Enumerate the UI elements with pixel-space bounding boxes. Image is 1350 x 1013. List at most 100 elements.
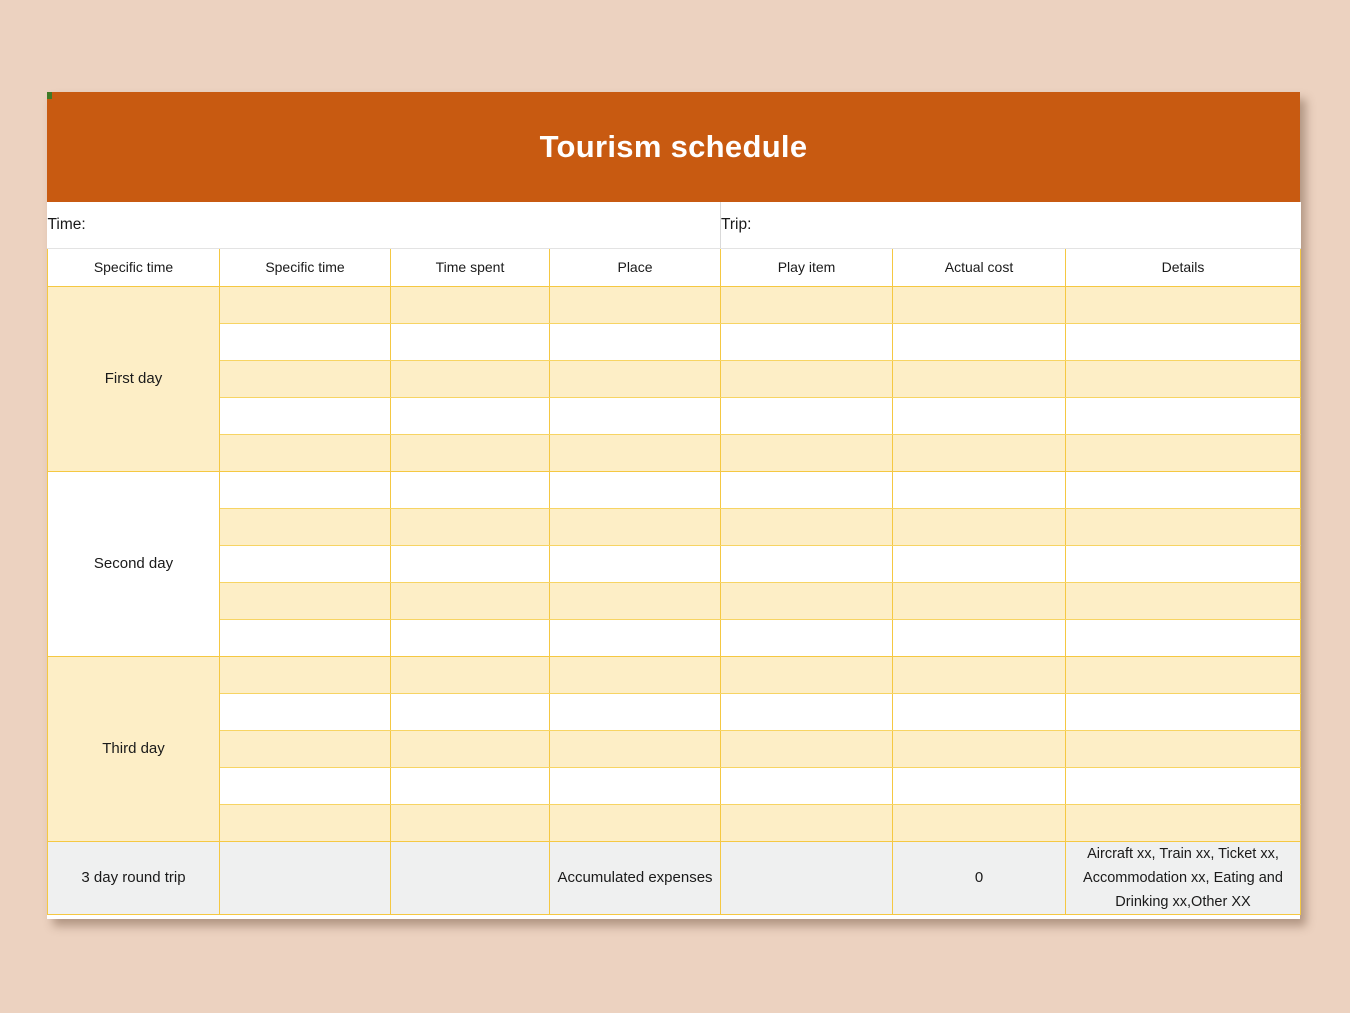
schedule-cell[interactable] [390, 767, 550, 805]
schedule-cell[interactable] [549, 656, 721, 694]
schedule-cell[interactable] [892, 582, 1066, 620]
schedule-cell[interactable] [549, 397, 721, 435]
schedule-cell[interactable] [892, 619, 1066, 657]
schedule-cell[interactable] [1065, 323, 1301, 361]
schedule-cell[interactable] [720, 434, 893, 472]
schedule-cell[interactable] [390, 286, 550, 324]
schedule-cell[interactable] [219, 730, 391, 768]
schedule-cell[interactable] [720, 693, 893, 731]
schedule-cell[interactable] [390, 656, 550, 694]
schedule-cell[interactable] [720, 545, 893, 583]
schedule-cell[interactable] [390, 730, 550, 768]
schedule-cell[interactable] [1065, 397, 1301, 435]
schedule-cell[interactable] [1065, 619, 1301, 657]
schedule-cell[interactable] [219, 545, 391, 583]
schedule-cell[interactable] [1065, 656, 1301, 694]
schedule-cell[interactable] [390, 434, 550, 472]
schedule-cell[interactable] [892, 545, 1066, 583]
schedule-cell[interactable] [219, 397, 391, 435]
schedule-cell[interactable] [1065, 360, 1301, 398]
schedule-cell[interactable] [1065, 434, 1301, 472]
footer-play-item-cell[interactable] [720, 841, 893, 915]
schedule-cell[interactable] [219, 471, 391, 509]
schedule-cell[interactable] [219, 582, 391, 620]
schedule-cell[interactable] [1065, 693, 1301, 731]
schedule-cell[interactable] [892, 804, 1066, 842]
schedule-cell[interactable] [219, 323, 391, 361]
schedule-cell[interactable] [1065, 582, 1301, 620]
schedule-cell[interactable] [720, 767, 893, 805]
schedule-cell[interactable] [1065, 471, 1301, 509]
schedule-cell[interactable] [219, 619, 391, 657]
schedule-cell[interactable] [892, 286, 1066, 324]
schedule-cell[interactable] [549, 730, 721, 768]
schedule-cell[interactable] [390, 397, 550, 435]
schedule-cell[interactable] [390, 693, 550, 731]
schedule-cell[interactable] [1065, 730, 1301, 768]
schedule-cell[interactable] [390, 323, 550, 361]
schedule-cell[interactable] [892, 434, 1066, 472]
schedule-cell[interactable] [549, 804, 721, 842]
schedule-cell[interactable] [390, 360, 550, 398]
schedule-cell[interactable] [892, 767, 1066, 805]
schedule-cell[interactable] [390, 508, 550, 546]
trip-field[interactable]: Trip: [720, 202, 1301, 249]
schedule-cell[interactable] [1065, 767, 1301, 805]
schedule-cell[interactable] [219, 804, 391, 842]
schedule-cell[interactable] [549, 545, 721, 583]
time-field[interactable]: Time: [47, 202, 721, 249]
schedule-cell[interactable] [219, 434, 391, 472]
schedule-cell[interactable] [390, 804, 550, 842]
schedule-cell[interactable] [390, 619, 550, 657]
schedule-cell[interactable] [720, 397, 893, 435]
schedule-cell[interactable] [892, 693, 1066, 731]
page-title: Tourism schedule [539, 129, 808, 164]
schedule-cell[interactable] [720, 508, 893, 546]
schedule-cell[interactable] [549, 767, 721, 805]
schedule-cell[interactable] [1065, 804, 1301, 842]
schedule-cell[interactable] [720, 582, 893, 620]
table-row [48, 397, 1301, 435]
column-header: Specific time [219, 248, 391, 287]
footer-specific-time-cell[interactable] [219, 841, 391, 915]
schedule-cell[interactable] [892, 471, 1066, 509]
schedule-cell[interactable] [549, 619, 721, 657]
schedule-cell[interactable] [549, 434, 721, 472]
schedule-cell[interactable] [892, 397, 1066, 435]
table-row [48, 508, 1301, 546]
schedule-cell[interactable] [219, 508, 391, 546]
schedule-cell[interactable] [720, 471, 893, 509]
schedule-cell[interactable] [892, 508, 1066, 546]
table-row [48, 545, 1301, 583]
schedule-cell[interactable] [390, 471, 550, 509]
schedule-cell[interactable] [720, 619, 893, 657]
schedule-cell[interactable] [720, 656, 893, 694]
schedule-cell[interactable] [219, 656, 391, 694]
schedule-cell[interactable] [892, 323, 1066, 361]
schedule-cell[interactable] [219, 767, 391, 805]
schedule-cell[interactable] [1065, 286, 1301, 324]
schedule-cell[interactable] [549, 360, 721, 398]
schedule-cell[interactable] [1065, 508, 1301, 546]
schedule-cell[interactable] [549, 471, 721, 509]
schedule-cell[interactable] [892, 360, 1066, 398]
footer-time-spent-cell[interactable] [390, 841, 550, 915]
schedule-cell[interactable] [219, 286, 391, 324]
schedule-cell[interactable] [549, 508, 721, 546]
schedule-cell[interactable] [720, 804, 893, 842]
schedule-cell[interactable] [1065, 545, 1301, 583]
schedule-cell[interactable] [720, 286, 893, 324]
schedule-cell[interactable] [892, 730, 1066, 768]
schedule-cell[interactable] [390, 545, 550, 583]
schedule-cell[interactable] [720, 360, 893, 398]
schedule-cell[interactable] [549, 693, 721, 731]
schedule-cell[interactable] [549, 582, 721, 620]
schedule-cell[interactable] [892, 656, 1066, 694]
schedule-cell[interactable] [720, 323, 893, 361]
schedule-cell[interactable] [720, 730, 893, 768]
schedule-cell[interactable] [219, 693, 391, 731]
schedule-cell[interactable] [219, 360, 391, 398]
schedule-cell[interactable] [549, 286, 721, 324]
schedule-cell[interactable] [390, 582, 550, 620]
schedule-cell[interactable] [549, 323, 721, 361]
